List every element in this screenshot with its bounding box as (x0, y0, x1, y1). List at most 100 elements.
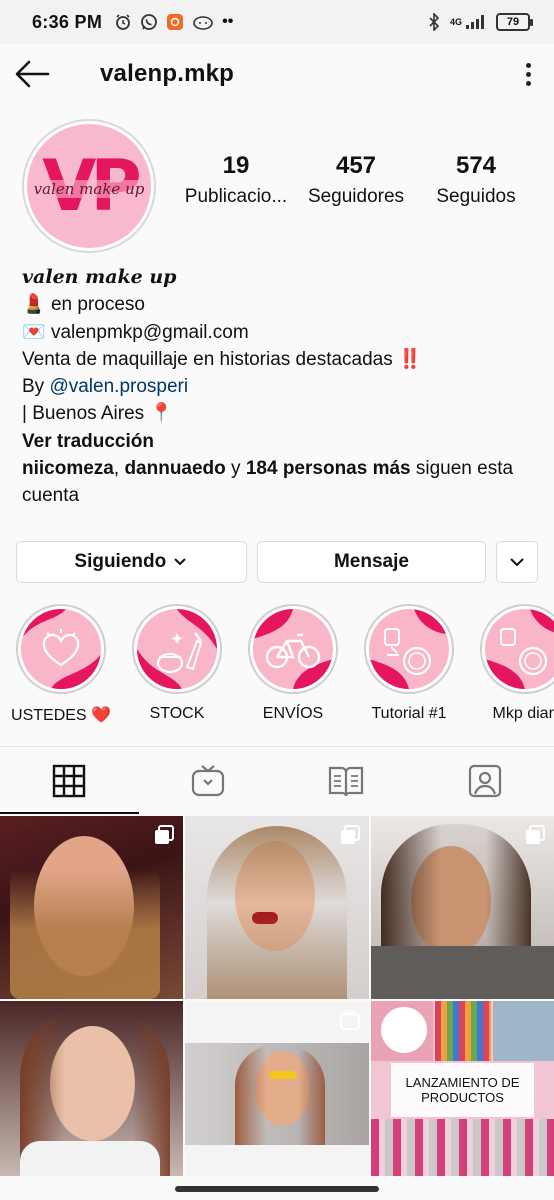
message-label: Mensaje (333, 551, 409, 572)
follower-name: niicomeza (22, 458, 114, 480)
pin-icon: 📍 (149, 403, 174, 425)
posts-count: 19 (222, 152, 250, 179)
chevron-down-icon (510, 558, 524, 567)
followers-more-count: 184 personas más (245, 458, 411, 480)
arrow-left-icon[interactable] (14, 59, 50, 89)
avatar-logo-subtitle: valen make up (27, 180, 151, 198)
post-overlay-banner: LANZAMIENTO DE PRODUCTOS (391, 1063, 534, 1117)
profile-tabs (0, 746, 554, 814)
grid-icon (53, 764, 86, 797)
bio-line: Venta de maquillaje en historias destaca… (22, 346, 532, 373)
followed-by-conjunction: y (225, 458, 246, 480)
igtv-icon (340, 1010, 360, 1030)
following-button[interactable]: Siguiendo (16, 541, 247, 583)
highlight-tutorial[interactable]: Tutorial #1 (354, 604, 464, 723)
profile-actions: Siguiendo Mensaje (16, 541, 539, 583)
bio-line-text: en proceso (45, 294, 145, 316)
bio-line: 💄 en proceso (22, 291, 532, 318)
more-vertical-icon[interactable] (516, 59, 540, 89)
followers-label: Seguidores (307, 186, 405, 207)
highlight-envios[interactable]: ENVÍOS (238, 604, 348, 723)
post-thumbnail[interactable] (0, 1001, 183, 1176)
post-overlay-text: LANZAMIENTO DE PRODUCTOS (405, 1075, 520, 1105)
status-time: 6:36 PM (32, 11, 103, 32)
battery-indicator: 79 (496, 13, 533, 31)
profile-display-name: valen make up (22, 266, 177, 288)
mirror-icon (485, 609, 554, 689)
network-type: 4G (449, 17, 462, 27)
stat-following[interactable]: 574 Seguidos (416, 152, 536, 208)
bicycle-icon (253, 609, 333, 689)
message-button[interactable]: Mensaje (256, 541, 487, 583)
bio-line-text: | Buenos Aires (22, 403, 150, 425)
profile-username: valenp.mkp (100, 60, 235, 87)
avatar[interactable]: VP valen make up (22, 119, 156, 253)
post-thumbnail[interactable] (371, 816, 554, 999)
chevron-down-icon (174, 558, 186, 566)
love-letter-icon: 💌 (22, 321, 46, 343)
following-count: 574 (455, 152, 497, 179)
bio-line: 💌 valenpmkp@gmail.com (22, 319, 532, 346)
tab-tagged[interactable] (416, 747, 554, 814)
alarm-icon (116, 14, 131, 30)
highlight-stock[interactable]: STOCK (122, 604, 232, 723)
highlight-label: STOCK (149, 705, 205, 722)
mention-link[interactable]: @valen.prosperi (49, 376, 188, 397)
mirror-icon (369, 609, 449, 689)
makeup-icon (137, 609, 217, 689)
posts-grid: LANZAMIENTO DE PRODUCTOS (0, 816, 554, 1176)
posts-label: Publicacio... (184, 186, 288, 207)
bio-line: By @valen.prosperi (22, 373, 532, 400)
highlight-mkp-diario[interactable]: Mkp diari (470, 604, 554, 723)
profile-header: valenp.mkp (0, 44, 554, 104)
tagged-icon (468, 764, 501, 797)
highlight-label: USTEDES ❤️ (11, 707, 111, 724)
story-highlights: USTEDES ❤️ STOCK ENVÍOS Tutorial #1 Mkp … (0, 604, 554, 734)
stat-posts[interactable]: 19 Publicacio... (176, 152, 296, 208)
bio-line: | Buenos Aires 📍 (22, 400, 532, 427)
bluetooth-icon (429, 13, 440, 31)
see-translation-link[interactable]: Ver traducción (22, 428, 532, 455)
bio-line-text: Venta de maquillaje en historias destaca… (22, 348, 399, 370)
whatsapp-icon (141, 14, 158, 30)
stat-followers[interactable]: 457 Seguidores (296, 152, 416, 208)
following-label: Siguiendo (74, 551, 167, 572)
battery-level: 79 (506, 16, 520, 28)
followed-by-separator: , (113, 458, 125, 480)
profile-stats: 19 Publicacio... 457 Seguidores 574 Segu… (176, 152, 536, 208)
post-thumbnail[interactable] (185, 816, 369, 999)
notification-icons: •• (114, 13, 233, 31)
igtv-icon (191, 764, 224, 796)
more-notifications-icon: •• (222, 13, 234, 30)
follower-name: dannuaedo (124, 458, 226, 480)
highlight-label: ENVÍOS (262, 705, 324, 722)
cloud-icon (193, 16, 213, 30)
highlight-label: Mkp diari (492, 705, 554, 722)
avatar-logo: VP valen make up (27, 124, 151, 248)
followers-count: 457 (335, 152, 377, 179)
carousel-icon (155, 825, 174, 844)
highlight-ustedes[interactable]: USTEDES ❤️ (6, 604, 116, 725)
post-thumbnail[interactable] (0, 816, 183, 999)
following-label: Seguidos (436, 186, 516, 207)
home-indicator[interactable] (175, 1186, 379, 1192)
post-thumbnail[interactable]: LANZAMIENTO DE PRODUCTOS (371, 1001, 554, 1176)
carousel-icon (526, 825, 545, 844)
followed-by-text[interactable]: niicomeza, dannuaedo y 184 personas más … (22, 455, 532, 510)
double-exclamation-icon: ‼️ (398, 348, 422, 370)
tab-grid[interactable] (0, 747, 139, 814)
guide-icon (329, 766, 364, 796)
tab-guides[interactable] (277, 747, 416, 814)
lipstick-icon: 💄 (22, 294, 46, 316)
app-notification-icon (167, 14, 184, 30)
suggested-accounts-button[interactable] (496, 541, 539, 583)
profile-bio: valen make up 💄 en proceso 💌 valenpmkp@g… (22, 264, 532, 510)
bio-line-text: By (22, 376, 50, 398)
heart-icon (21, 609, 101, 689)
signal-icon (466, 15, 484, 29)
post-thumbnail[interactable] (185, 1001, 369, 1176)
carousel-icon (341, 825, 360, 844)
tab-igtv[interactable] (139, 747, 278, 814)
highlight-label: Tutorial #1 (371, 705, 447, 722)
status-bar: 6:36 PM •• 4G 79 (0, 0, 554, 44)
